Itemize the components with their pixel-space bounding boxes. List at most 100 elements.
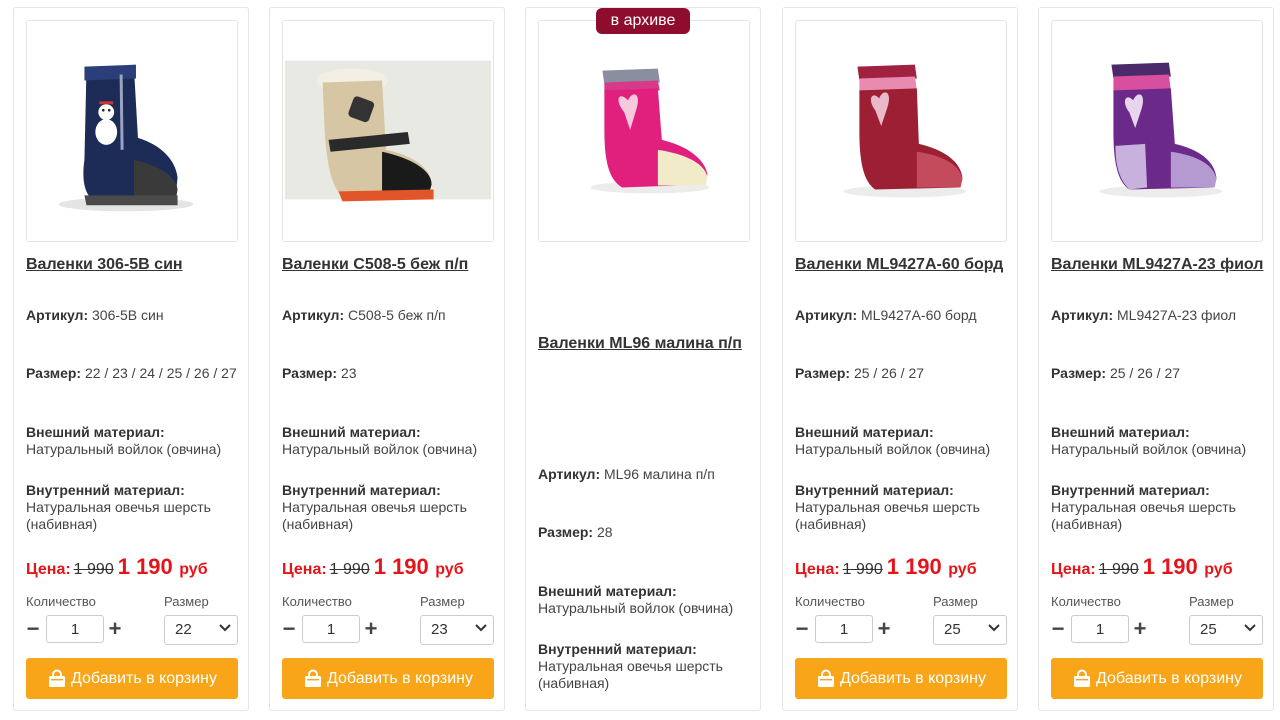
- inner-material-value: Натуральная овечья шерсть (набивная): [795, 499, 980, 532]
- article-value: ML9427A-60 борд: [861, 307, 977, 323]
- outer-material-label: Внешний материал:: [26, 424, 165, 440]
- size-label: Размер:: [538, 524, 594, 540]
- selected-size: 22: [175, 621, 192, 638]
- price-label: Цена:: [26, 561, 71, 578]
- size-row: Размер: 22 / 23 / 24 / 25 / 26 / 27: [26, 365, 240, 382]
- inner-material-label: Внутренний материал:: [1051, 482, 1210, 498]
- product-title[interactable]: Валенки 306-5В син: [26, 253, 240, 277]
- decrease-quantity-button[interactable]: −: [1049, 617, 1067, 641]
- old-price: 1 990: [73, 561, 114, 578]
- article-label: Артикул:: [26, 307, 89, 323]
- increase-quantity-button[interactable]: +: [106, 617, 124, 641]
- inner-material-value: Натуральная овечья шерсть (набивная): [282, 499, 467, 532]
- product-image[interactable]: [538, 20, 750, 242]
- inner-material-value: Натуральная овечья шерсть (набивная): [1051, 499, 1236, 532]
- new-price: 1 190: [373, 554, 429, 579]
- increase-quantity-button[interactable]: +: [362, 617, 380, 641]
- size-label: Размер:: [282, 365, 338, 381]
- article-label: Артикул:: [795, 307, 858, 323]
- decrease-quantity-button[interactable]: −: [793, 617, 811, 641]
- old-price: 1 990: [842, 561, 883, 578]
- product-image[interactable]: [26, 20, 238, 242]
- price-label: Цена:: [1051, 561, 1096, 578]
- decrease-quantity-button[interactable]: −: [280, 617, 298, 641]
- outer-material-value: Натуральный войлок (овчина): [795, 441, 991, 457]
- inner-material-row: Внутренний материал: Натуральная овечья ш…: [795, 482, 1009, 533]
- outer-material-row: Внешний материал: Натуральный войлок (овч…: [282, 424, 496, 458]
- outer-material-label: Внешний материал:: [1051, 424, 1190, 440]
- size-value: 22 / 23 / 24 / 25 / 26 / 27: [84, 365, 237, 381]
- product-card: Валенки 306-5В син Артикул: 306-5В син Р…: [13, 7, 249, 711]
- add-to-cart-button[interactable]: Добавить в корзину: [282, 658, 494, 699]
- inner-material-label: Внутренний материал:: [795, 482, 954, 498]
- size-select[interactable]: 25: [1189, 615, 1263, 645]
- raspberry-felt-boot-image: [539, 21, 749, 241]
- shopping-bag-icon: [47, 669, 67, 689]
- size-row: Размер: 25 / 26 / 27: [1051, 365, 1265, 382]
- increase-quantity-button[interactable]: +: [1131, 617, 1149, 641]
- price-label: Цена:: [795, 561, 840, 578]
- inner-material-label: Внутренний материал:: [282, 482, 441, 498]
- size-label: Размер:: [1051, 365, 1107, 381]
- selected-size: 25: [1200, 621, 1217, 638]
- article-row: Артикул: С508-5 беж п/п: [282, 307, 496, 324]
- quantity-label: Количество: [795, 594, 865, 609]
- currency: руб: [435, 561, 464, 578]
- quantity-input[interactable]: [1071, 615, 1129, 643]
- article-label: Артикул:: [282, 307, 345, 323]
- outer-material-row: Внешний материал: Натуральный войлок (овч…: [538, 583, 752, 617]
- new-price: 1 190: [886, 554, 942, 579]
- quantity-input[interactable]: [302, 615, 360, 643]
- product-image[interactable]: [282, 20, 494, 242]
- article-row: Артикул: ML9427A-23 фиол: [1051, 307, 1265, 324]
- product-image[interactable]: [795, 20, 1007, 242]
- add-to-cart-label: Добавить в корзину: [70, 669, 217, 687]
- product-image[interactable]: [1051, 20, 1263, 242]
- chevron-down-icon: [475, 624, 487, 632]
- inner-material-value: Натуральная овечья шерсть (набивная): [538, 658, 723, 691]
- new-price: 1 190: [117, 554, 173, 579]
- blue-felt-boot-image: [27, 21, 237, 241]
- product-title[interactable]: Валенки ML9427A-60 борд: [795, 253, 1009, 277]
- size-value: 25 / 26 / 27: [1109, 365, 1181, 381]
- quantity-label: Количество: [1051, 594, 1121, 609]
- quantity-input[interactable]: [815, 615, 873, 643]
- add-to-cart-button[interactable]: Добавить в корзину: [26, 658, 238, 699]
- size-label: Размер:: [26, 365, 82, 381]
- inner-material-row: Внутренний материал: Натуральная овечья ш…: [1051, 482, 1265, 533]
- outer-material-value: Натуральный войлок (овчина): [26, 441, 222, 457]
- new-price: 1 190: [1142, 554, 1198, 579]
- currency: руб: [179, 561, 208, 578]
- article-row: Артикул: ML96 малина п/п: [538, 466, 752, 483]
- add-to-cart-button[interactable]: Добавить в корзину: [1051, 658, 1263, 699]
- decrease-quantity-button[interactable]: −: [24, 617, 42, 641]
- currency: руб: [1204, 561, 1233, 578]
- chevron-down-icon: [1244, 624, 1256, 632]
- archived-badge: в архиве: [596, 8, 690, 34]
- shopping-bag-icon: [816, 669, 836, 689]
- size-select[interactable]: 23: [420, 615, 494, 645]
- product-card: Валенки ML9427A-23 фиол Артикул: ML9427A…: [1038, 7, 1274, 711]
- product-title[interactable]: Валенки ML96 малина п/п: [538, 332, 752, 356]
- size-select[interactable]: 22: [164, 615, 238, 645]
- product-title[interactable]: Валенки ML9427A-23 фиол: [1051, 253, 1265, 277]
- article-value: ML9427A-23 фиол: [1117, 307, 1237, 323]
- size-select-label: Размер: [164, 594, 209, 609]
- shopping-bag-icon: [1072, 669, 1092, 689]
- article-row: Артикул: ML9427A-60 борд: [795, 307, 1009, 324]
- outer-material-value: Натуральный войлок (овчина): [538, 600, 734, 616]
- product-card: Валенки ML9427A-60 борд Артикул: ML9427A…: [782, 7, 1018, 711]
- increase-quantity-button[interactable]: +: [875, 617, 893, 641]
- article-label: Артикул:: [538, 466, 601, 482]
- quantity-label: Количество: [282, 594, 352, 609]
- product-title[interactable]: Валенки С508-5 беж п/п: [282, 253, 496, 277]
- size-value: 25 / 26 / 27: [853, 365, 925, 381]
- selected-size: 25: [944, 621, 961, 638]
- quantity-input[interactable]: [46, 615, 104, 643]
- article-row: Артикул: 306-5В син: [26, 307, 240, 324]
- purple-felt-boot-image: [1052, 21, 1262, 241]
- add-to-cart-button[interactable]: Добавить в корзину: [795, 658, 1007, 699]
- inner-material-row: Внутренний материал: Натуральная овечья ш…: [538, 641, 752, 692]
- size-select[interactable]: 25: [933, 615, 1007, 645]
- outer-material-label: Внешний материал:: [795, 424, 934, 440]
